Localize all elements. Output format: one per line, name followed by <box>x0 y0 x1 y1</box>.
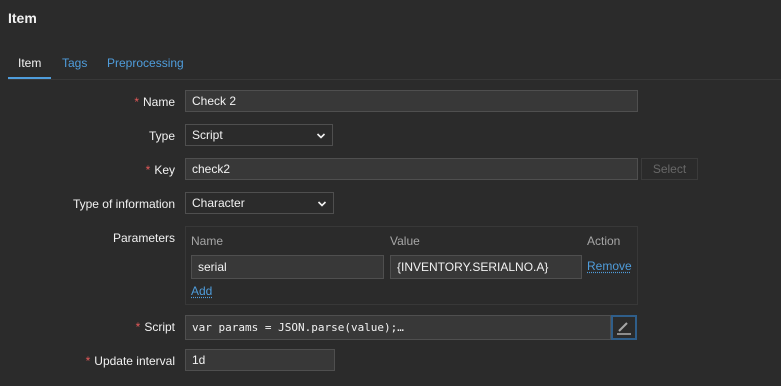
param-column-name: Name <box>191 234 224 248</box>
required-marker: * <box>135 320 141 334</box>
param-add-link[interactable]: Add <box>191 284 212 298</box>
key-input[interactable]: check2 <box>185 158 638 180</box>
name-input[interactable]: Check 2 <box>185 90 638 112</box>
type-of-information-select[interactable]: Character <box>185 192 334 214</box>
pencil-icon <box>617 322 631 335</box>
update-interval-input[interactable]: 1d <box>185 349 335 371</box>
key-label: * Key <box>145 163 175 177</box>
active-tab-indicator <box>8 77 51 79</box>
key-select-button[interactable]: Select <box>641 158 698 180</box>
parameters-label: Parameters <box>112 231 175 245</box>
tab-tags[interactable]: Tags <box>62 56 87 70</box>
required-marker: * <box>85 354 91 368</box>
type-select[interactable]: Script <box>185 124 333 146</box>
parameters-table: Name Value Action serial {INVENTORY.SERI… <box>185 226 638 305</box>
required-marker: * <box>145 163 151 177</box>
tab-preprocessing[interactable]: Preprocessing <box>107 56 184 70</box>
name-label: * Name <box>134 95 175 109</box>
script-label: * Script <box>135 320 175 334</box>
script-edit-button[interactable] <box>611 315 637 340</box>
type-of-information-label: Type of information <box>72 197 175 211</box>
update-interval-label: * Update interval <box>85 354 175 368</box>
chevron-down-icon <box>316 133 326 139</box>
type-select-value: Script <box>192 128 223 142</box>
param-name-input[interactable]: serial <box>191 255 384 279</box>
param-column-value: Value <box>390 234 420 248</box>
type-label: Type <box>148 129 175 143</box>
page-header: Item <box>0 0 781 38</box>
tab-bar: Item Tags Preprocessing <box>8 51 781 80</box>
type-of-information-value: Character <box>192 196 245 210</box>
required-marker: * <box>134 95 139 109</box>
param-remove-link[interactable]: Remove <box>587 259 632 273</box>
tab-item[interactable]: Item <box>18 56 41 70</box>
chevron-down-icon <box>317 201 327 207</box>
param-column-action: Action <box>587 234 621 248</box>
page-title: Item <box>8 10 37 26</box>
param-value-input[interactable]: {INVENTORY.SERIALNO.A} <box>390 255 582 279</box>
script-input[interactable]: var params = JSON.parse(value);… <box>185 315 611 340</box>
